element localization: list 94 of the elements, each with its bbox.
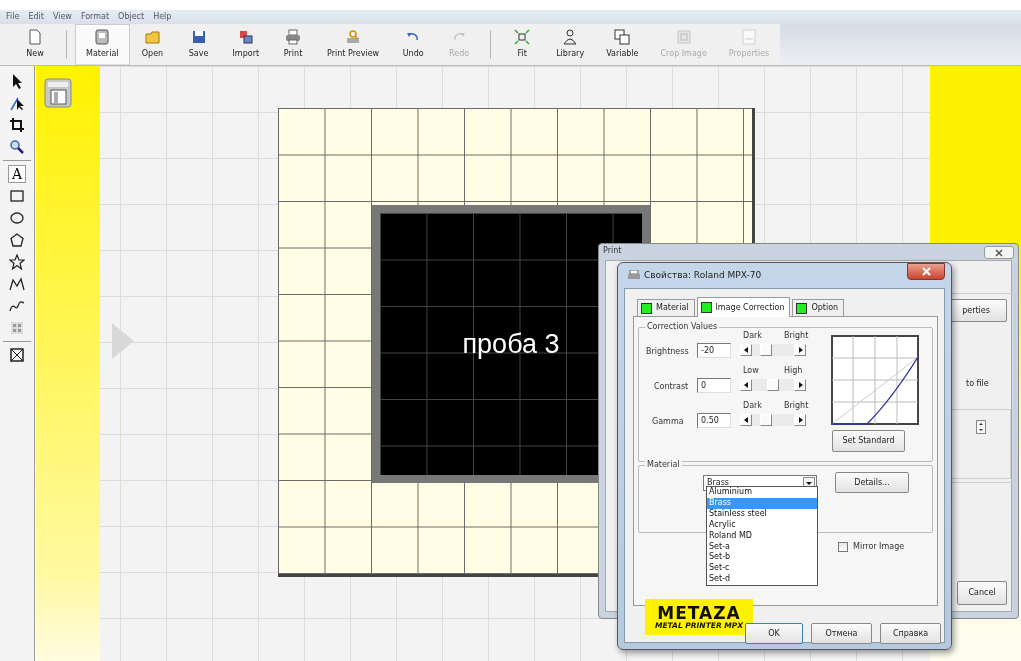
window-title: Print <box>603 245 622 257</box>
polyline-icon[interactable] <box>8 275 26 293</box>
import-icon <box>237 29 254 45</box>
right-arrow-icon <box>797 417 803 423</box>
dialog-button[interactable]: OK <box>745 623 803 644</box>
right-arrow-icon <box>797 382 803 388</box>
field-label: Gamma <box>652 416 684 428</box>
field-label: Brightness <box>646 346 689 358</box>
print-preview-icon <box>345 29 362 45</box>
mirror-image-checkbox[interactable] <box>838 542 848 552</box>
scale-label: Low <box>743 365 759 377</box>
dropdown-option[interactable]: Set-b <box>707 552 817 564</box>
close-button[interactable] <box>907 263 945 280</box>
dialog-tab[interactable]: Material <box>637 299 695 316</box>
tool-button[interactable]: A <box>8 165 26 183</box>
scale-label: Bright <box>784 330 809 342</box>
scale-label: Dark <box>743 400 762 412</box>
cancel-button[interactable]: Cancel <box>957 581 1007 605</box>
dropdown-option[interactable]: Set-d <box>707 574 817 586</box>
menu-item[interactable]: File <box>6 11 20 23</box>
details-button[interactable]: Details... <box>835 472 909 493</box>
scroll-right-button[interactable] <box>794 344 806 356</box>
scroll-left-button[interactable] <box>740 414 752 426</box>
scroll-left-button[interactable] <box>740 379 752 391</box>
toolbar-button[interactable]: Print <box>270 24 317 65</box>
scroll-left-button[interactable] <box>740 344 752 356</box>
scale-label: Bright <box>784 400 809 412</box>
toolbar-button[interactable]: Import <box>221 24 271 65</box>
left-arrow-icon <box>743 417 749 423</box>
menu-item[interactable]: View <box>52 11 72 23</box>
menu-item[interactable]: Format <box>80 11 110 23</box>
object-text: проба 3 <box>462 327 560 361</box>
close-button[interactable] <box>984 246 1014 259</box>
overlapping-squares-icon <box>614 29 631 45</box>
dropdown-option[interactable]: Set-a <box>707 541 817 553</box>
toolbar-button[interactable]: Print Preview <box>316 24 391 65</box>
toolbar-button[interactable]: Library <box>545 24 596 65</box>
field-label: Contrast <box>654 381 689 393</box>
menu-item[interactable]: Edit <box>28 11 44 23</box>
pentagon-icon[interactable] <box>8 231 26 249</box>
slider-thumb[interactable] <box>767 379 779 391</box>
right-arrow-icon <box>797 347 803 353</box>
toolbar-button[interactable]: Material <box>75 24 130 65</box>
toolbar-button[interactable]: Variable <box>595 24 650 65</box>
menu-item[interactable]: Object <box>118 11 145 23</box>
person-icon <box>562 29 579 45</box>
toolbar-button[interactable]: Undo <box>390 24 437 65</box>
fit-icon <box>514 29 531 45</box>
slider-thumb[interactable] <box>759 414 772 426</box>
crop-image-icon <box>675 29 692 45</box>
scale-label: High <box>784 365 803 377</box>
dropdown-option[interactable]: Stainless steel <box>707 508 817 520</box>
material-icon <box>94 29 111 45</box>
toolbar-button[interactable]: Save <box>175 24 222 65</box>
scale-label: Dark <box>743 330 762 342</box>
spinner-icon[interactable] <box>976 420 986 434</box>
rectangle-icon[interactable] <box>8 187 26 205</box>
image-frame-icon[interactable] <box>8 346 26 364</box>
dialog-tab[interactable]: Option <box>792 299 845 316</box>
dialog-button[interactable]: Отмена <box>811 623 872 644</box>
folder-icon <box>144 29 161 45</box>
left-arrow-icon <box>743 347 749 353</box>
dialog-tab[interactable]: Image Correction <box>696 297 791 317</box>
print-to-file-label: to file <box>966 378 989 390</box>
scroll-right-button[interactable] <box>794 414 806 426</box>
value-field[interactable]: -20 <box>697 343 731 358</box>
search-icon[interactable] <box>8 138 26 156</box>
properties-icon <box>741 29 758 45</box>
menu-item[interactable]: Help <box>153 11 172 23</box>
dialog-button[interactable]: Справка <box>880 623 941 644</box>
toolbar-button[interactable]: Fit <box>499 24 546 65</box>
dropdown-option[interactable]: Acrylic <box>707 519 817 531</box>
close-icon <box>995 248 1003 257</box>
toolbar-button[interactable]: Open <box>129 24 176 65</box>
checkbox-label: Mirror Image <box>853 541 905 553</box>
set-standard-button[interactable]: Set Standard <box>832 430 905 452</box>
dropdown-option[interactable]: Roland MD <box>707 530 817 542</box>
triangle-marker <box>112 323 134 359</box>
ellipse-icon[interactable] <box>8 209 26 227</box>
printer-icon <box>628 270 640 280</box>
printer-icon <box>285 29 302 45</box>
slider-thumb[interactable] <box>759 344 772 356</box>
material-thumbnail-icon[interactable] <box>44 78 72 108</box>
value-field[interactable]: 0.50 <box>697 413 731 428</box>
scroll-right-button[interactable] <box>794 379 806 391</box>
document-icon <box>27 29 43 45</box>
crop-icon[interactable] <box>8 116 26 134</box>
left-arrow-icon <box>743 382 749 388</box>
dialog-title: Свойства: Roland MPX-70 <box>644 269 762 282</box>
toolbar-button[interactable]: New <box>12 24 58 65</box>
dropdown-option[interactable]: Set-c <box>707 563 817 575</box>
value-field[interactable]: 0 <box>697 378 731 393</box>
close-icon <box>921 267 931 276</box>
star-icon[interactable] <box>8 253 26 271</box>
